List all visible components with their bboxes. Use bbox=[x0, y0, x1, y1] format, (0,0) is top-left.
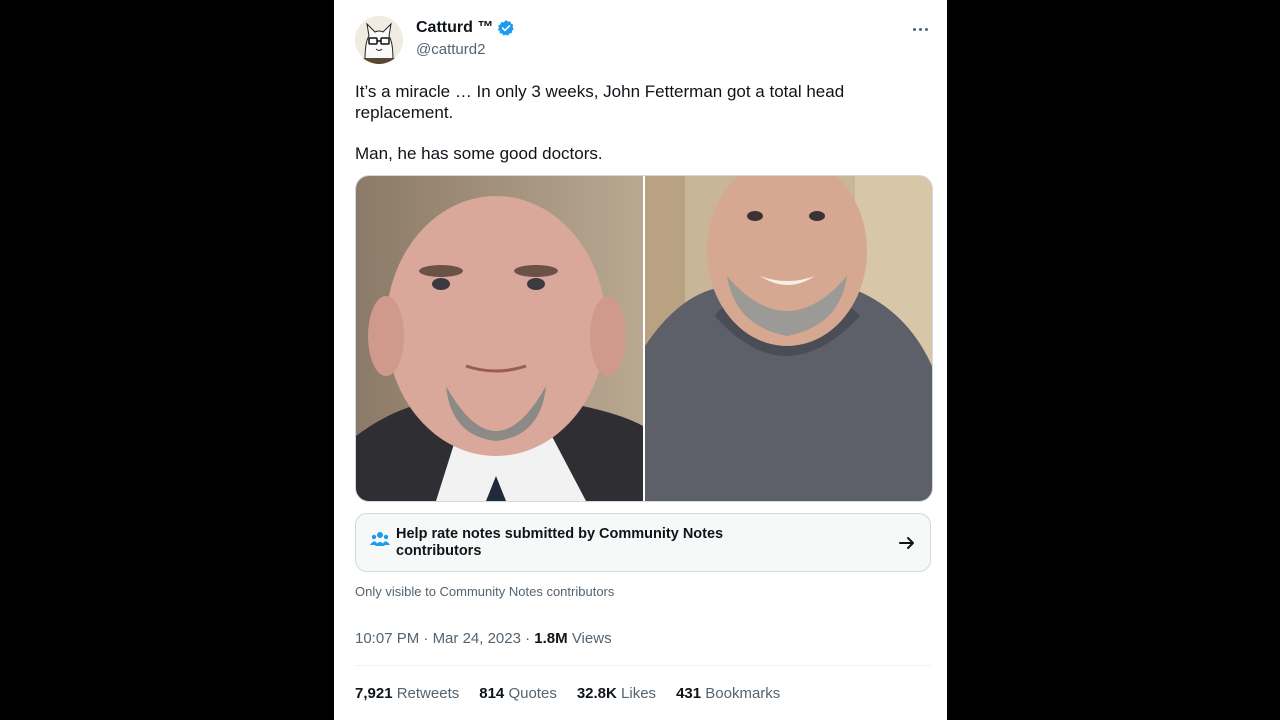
views-count: 1.8M bbox=[534, 630, 568, 647]
tweet-meta: 10:07 PM · Mar 24, 2023 · 1.8M Views bbox=[355, 630, 612, 647]
author-name[interactable]: Catturd ™ bbox=[416, 19, 493, 37]
likes-stat[interactable]: 32.8K Likes bbox=[577, 685, 656, 702]
tweet-stats: 7,921 Retweets 814 Quotes 32.8K Likes 43… bbox=[355, 685, 780, 702]
photo-right[interactable] bbox=[645, 176, 932, 501]
verified-badge-icon[interactable] bbox=[497, 19, 515, 37]
retweets-count: 7,921 bbox=[355, 685, 393, 702]
likes-count: 32.8K bbox=[576, 685, 617, 702]
people-icon bbox=[370, 530, 390, 553]
bookmarks-count: 431 bbox=[676, 685, 702, 702]
community-notes-prompt[interactable]: Help rate notes submitted by Community N… bbox=[355, 513, 931, 572]
retweets-label: Retweets bbox=[396, 685, 460, 702]
author-handle[interactable]: @catturd2 bbox=[416, 41, 485, 58]
likes-label: Likes bbox=[621, 685, 657, 702]
quotes-count: 814 bbox=[479, 685, 505, 702]
avatar[interactable] bbox=[355, 16, 403, 64]
photo-left[interactable] bbox=[356, 176, 643, 501]
tweet-date[interactable]: Mar 24, 2023 bbox=[433, 630, 521, 647]
quotes-label: Quotes bbox=[508, 685, 557, 702]
tweet-time[interactable]: 10:07 PM bbox=[355, 630, 419, 647]
community-notes-label[interactable]: Help rate notes submitted by Community N… bbox=[396, 526, 756, 560]
quotes-stat[interactable]: 814 Quotes bbox=[479, 685, 557, 702]
divider bbox=[355, 665, 931, 666]
views-label: Views bbox=[571, 630, 612, 647]
meta-separator: · bbox=[525, 630, 531, 647]
more-options-icon[interactable] bbox=[909, 18, 931, 40]
tweet-text: It’s a miracle … In only 3 weeks, John F… bbox=[355, 81, 925, 164]
meta-separator: · bbox=[423, 630, 429, 647]
tweet-media[interactable] bbox=[355, 175, 933, 502]
tweet-card: Catturd ™ @catturd2 It’s a miracle … In … bbox=[334, 0, 947, 720]
retweets-stat[interactable]: 7,921 Retweets bbox=[355, 685, 459, 702]
bookmarks-stat[interactable]: 431 Bookmarks bbox=[676, 685, 780, 702]
arrow-right-icon[interactable] bbox=[898, 534, 916, 557]
tweet-paragraph: It’s a miracle … In only 3 weeks, John F… bbox=[355, 82, 845, 122]
bookmarks-label: Bookmarks bbox=[705, 685, 781, 702]
tweet-paragraph: Man, he has some good doctors. bbox=[355, 144, 603, 163]
community-notes-visibility: Only visible to Community Notes contribu… bbox=[355, 584, 615, 599]
